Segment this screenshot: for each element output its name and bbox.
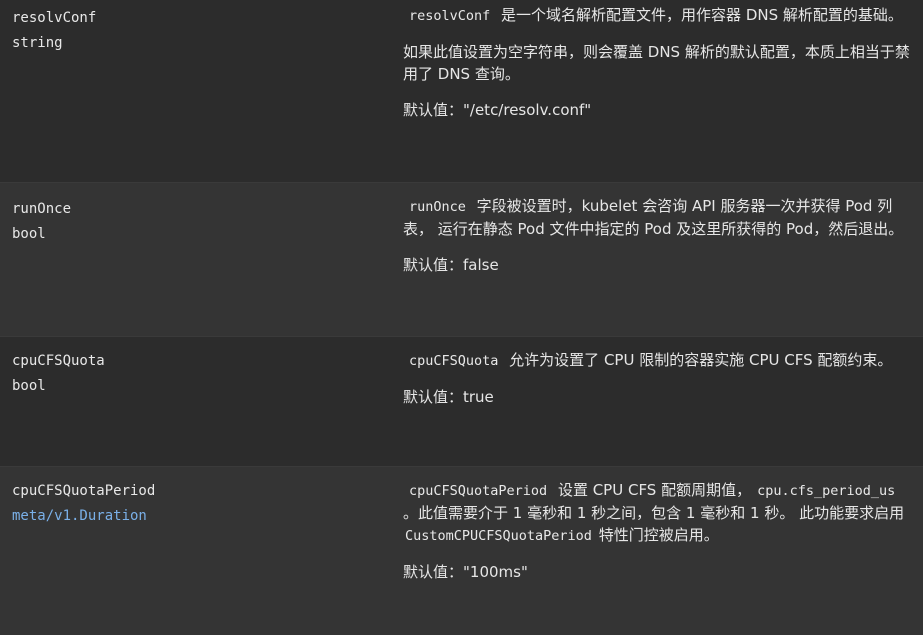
table-row: resolvConf string resolvConf 是一个域名解析配置文件…	[0, 0, 923, 183]
description-text: 允许为设置了 CPU 限制的容器实施 CPU CFS 配额约束。	[504, 351, 893, 369]
field-description: cpuCFSQuota 允许为设置了 CPU 限制的容器实施 CPU CFS 配…	[403, 349, 913, 422]
description-text: 特性门控被启用。	[593, 526, 719, 544]
default-value: 默认值：true	[403, 388, 494, 406]
default-value: 默认值："/etc/resolv.conf"	[403, 101, 592, 119]
description-text: 设置 CPU CFS 配额周期值，	[553, 481, 752, 499]
description-paragraph: resolvConf 是一个域名解析配置文件，用作容器 DNS 解析配置的基础。	[403, 4, 913, 27]
description-paragraph: cpuCFSQuotaPeriod 设置 CPU CFS 配额周期值， cpu.c…	[403, 479, 913, 547]
default-value: 默认值：false	[403, 256, 499, 274]
description-text: 是一个域名解析配置文件，用作容器 DNS 解析配置的基础。	[496, 6, 903, 24]
default-value: 默认值："100ms"	[403, 563, 528, 581]
description-paragraph: cpuCFSQuota 允许为设置了 CPU 限制的容器实施 CPU CFS 配…	[403, 349, 913, 372]
inline-code: cpuCFSQuota	[409, 353, 499, 369]
field-name: resolvConf	[12, 10, 97, 26]
config-fields-table: resolvConf string resolvConf 是一个域名解析配置文件…	[0, 0, 923, 635]
field-type: bool	[12, 226, 46, 242]
field-description: cpuCFSQuotaPeriod 设置 CPU CFS 配额周期值， cpu.c…	[403, 479, 913, 597]
inline-code: cpu.cfs_period_us	[757, 483, 896, 499]
inline-code: resolvConf	[409, 8, 491, 24]
field-type: bool	[12, 378, 46, 394]
field-signature: runOnce bool	[12, 197, 71, 247]
description-text: 字段被设置时，kubelet 会咨询 API 服务器一次并获得 Pod 列表， …	[403, 197, 904, 238]
field-signature: resolvConf string	[12, 6, 96, 56]
inline-code: CustomCPUCFSQuotaPeriod	[405, 528, 592, 544]
field-signature: cpuCFSQuotaPeriod meta/v1.Duration	[12, 479, 155, 529]
field-signature: cpuCFSQuota bool	[12, 349, 105, 399]
field-type-link[interactable]: meta/v1.Duration	[12, 504, 155, 529]
table-row: cpuCFSQuotaPeriod meta/v1.Duration cpuCF…	[0, 467, 923, 635]
description-text: 。此值需要介于 1 毫秒和 1 秒之间，包含 1 毫秒和 1 秒。 此功能要求启…	[403, 504, 905, 522]
field-type: string	[12, 35, 63, 51]
inline-code: runOnce	[409, 199, 466, 215]
description-paragraph: 如果此值设置为空字符串，则会覆盖 DNS 解析的默认配置，本质上相当于禁用了 D…	[403, 43, 910, 83]
field-name: runOnce	[12, 201, 72, 217]
field-name: cpuCFSQuota	[12, 353, 105, 369]
description-paragraph: runOnce 字段被设置时，kubelet 会咨询 API 服务器一次并获得 …	[403, 195, 913, 240]
table-row: cpuCFSQuota bool cpuCFSQuota 允许为设置了 CPU …	[0, 337, 923, 467]
field-description: resolvConf 是一个域名解析配置文件，用作容器 DNS 解析配置的基础。…	[403, 4, 913, 135]
field-name: cpuCFSQuotaPeriod	[12, 483, 156, 499]
table-row: runOnce bool runOnce 字段被设置时，kubelet 会咨询 …	[0, 183, 923, 337]
field-description: runOnce 字段被设置时，kubelet 会咨询 API 服务器一次并获得 …	[403, 195, 913, 290]
inline-code: cpuCFSQuotaPeriod	[409, 483, 548, 499]
